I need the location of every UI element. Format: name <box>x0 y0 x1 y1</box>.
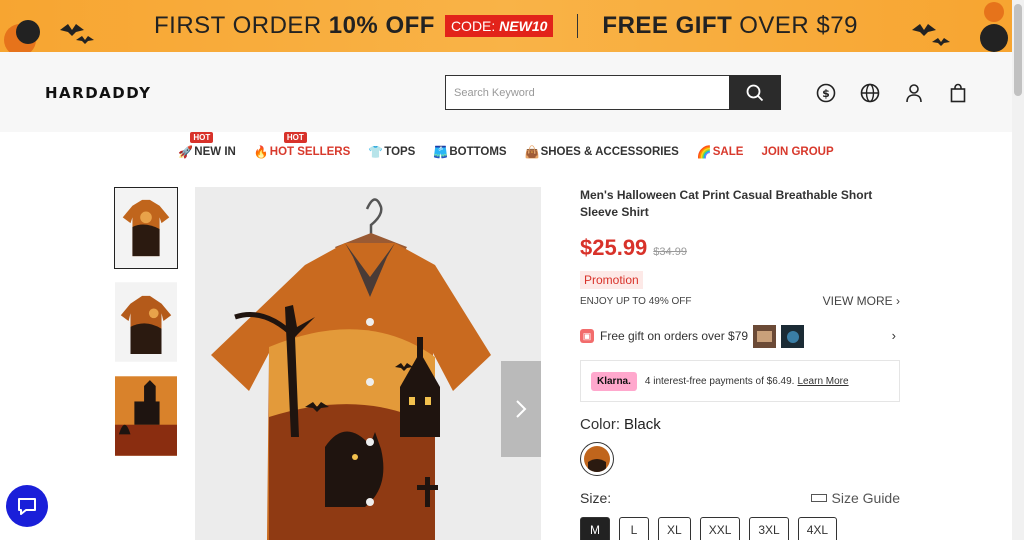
promotion-badge: Promotion <box>580 271 643 289</box>
nav-item-join-group[interactable]: JOIN GROUP <box>761 146 833 158</box>
size-option-m[interactable]: M <box>580 517 610 540</box>
nav-label: TOPS <box>384 146 416 158</box>
globe-icon[interactable] <box>859 82 881 104</box>
scrollbar-thumb[interactable] <box>1014 4 1022 96</box>
view-more-link[interactable]: VIEW MORE › <box>823 294 900 308</box>
hot-badge: HOT <box>190 132 214 143</box>
discount-text: 10% OFF <box>328 12 435 39</box>
current-price: $25.99 <box>580 235 648 260</box>
color-label: Color: <box>580 416 621 433</box>
nav-label: SALE <box>712 146 744 158</box>
search-input[interactable] <box>445 75 729 110</box>
nav-label: NEW IN <box>194 146 236 158</box>
shirt-image <box>195 187 541 540</box>
promo-text: FIRST ORDER 10% OFF CODE: NEW10 FREE GIF… <box>154 12 858 40</box>
promotion-text: ENJOY UP TO 49% OFF <box>580 295 692 307</box>
free-gift-text: Free gift on orders over $79 <box>600 329 749 343</box>
size-option-l[interactable]: L <box>619 517 649 540</box>
klarna-text: 4 interest-free payments of $6.49. Learn … <box>645 376 849 387</box>
price-row: $25.99 $34.99 <box>580 235 900 261</box>
view-more-label: VIEW MORE <box>822 294 893 308</box>
nav-label: HOT SELLERS <box>269 146 351 158</box>
size-option-4xl[interactable]: 4XL <box>797 517 838 540</box>
chat-icon <box>18 498 36 515</box>
nav-label: JOIN GROUP <box>761 146 834 158</box>
halloween-decoration-left <box>4 20 94 52</box>
shirt-icon: 👕 <box>368 145 384 159</box>
fire-icon: 🔥 <box>253 145 269 159</box>
halloween-decoration-right <box>912 2 1008 52</box>
nav-item-hot-sellers[interactable]: HOT 🔥 HOT SELLERS <box>253 132 351 159</box>
color-row: Color: Black <box>580 416 900 433</box>
nav-item-shoes-accessories[interactable]: 👜 SHOES & ACCESSORIES <box>525 145 679 159</box>
rainbow-icon: 🌈 <box>696 145 712 159</box>
nav-label: SHOES & ACCESSORIES <box>540 146 679 158</box>
search-bar <box>445 75 781 110</box>
chat-button[interactable] <box>6 485 48 527</box>
free-gift-row[interactable]: ▣ Free gift on orders over $79 › <box>580 324 900 348</box>
original-price: $34.99 <box>653 246 687 258</box>
gift-threshold-text: OVER $79 <box>739 12 858 39</box>
code-label: CODE: <box>450 18 496 34</box>
product-title: Men's Halloween Cat Print Casual Breatha… <box>580 188 873 219</box>
search-icon <box>746 84 764 101</box>
promo-code: CODE: NEW10 <box>444 15 554 37</box>
shorts-icon: 🩳 <box>433 145 449 159</box>
thumbnail-1[interactable] <box>114 187 178 269</box>
main-nav: HOT 🚀 NEW IN HOT 🔥 HOT SELLERS 👕 TOPS 🩳 … <box>0 132 1012 172</box>
site-logo[interactable]: HARDADDY <box>45 84 151 102</box>
product-info: Men's Halloween Cat Print Casual Breatha… <box>580 187 900 540</box>
shirt-thumbnail-back <box>115 282 177 362</box>
size-header: Size: Size Guide <box>580 490 900 506</box>
size-options: M L XL XXL 3XL 4XL <box>580 517 900 540</box>
chevron-right-icon[interactable]: › <box>892 328 896 343</box>
promotion-row: ENJOY UP TO 49% OFF VIEW MORE › <box>580 294 900 308</box>
search-button[interactable] <box>729 75 781 110</box>
free-gift-text: FREE GIFT <box>602 12 733 39</box>
divider <box>577 14 579 38</box>
first-order-text: FIRST ORDER <box>154 12 322 39</box>
gift-icon: ▣ <box>580 329 594 343</box>
klarna-payment-text: 4 interest-free payments of $6.49. <box>644 375 795 387</box>
bag-icon[interactable] <box>947 82 969 104</box>
size-label: Size: <box>580 490 612 506</box>
hot-badge: HOT <box>283 132 307 143</box>
shirt-thumbnail-detail <box>115 376 177 456</box>
next-image-button[interactable] <box>501 361 541 457</box>
size-guide-link[interactable]: Size Guide <box>810 490 900 506</box>
code-value: NEW10 <box>499 18 548 34</box>
gift-product-image-1 <box>753 324 777 348</box>
rocket-icon: 🚀 <box>178 145 194 159</box>
gift-product-image-2 <box>781 324 805 348</box>
size-option-xxl[interactable]: XXL <box>699 517 741 540</box>
shirt-thumbnail-front <box>115 188 177 268</box>
swatch-image <box>584 446 610 472</box>
nav-item-tops[interactable]: 👕 TOPS <box>368 145 415 159</box>
product-main-image[interactable] <box>195 187 541 540</box>
chevron-right-icon <box>516 400 527 418</box>
size-guide-label: Size Guide <box>831 490 900 506</box>
nav-item-sale[interactable]: 🌈 SALE <box>697 145 744 159</box>
svg-text:$: $ <box>822 87 830 100</box>
learn-more-link[interactable]: Learn More <box>797 376 848 387</box>
bag-icon: 👜 <box>524 145 540 159</box>
page-scrollbar[interactable] <box>1012 0 1024 540</box>
thumbnail-list <box>114 187 178 469</box>
klarna-box: Klarna. 4 interest-free payments of $6.4… <box>580 360 900 402</box>
currency-icon[interactable]: $ <box>815 82 837 104</box>
size-option-xl[interactable]: XL <box>658 517 691 540</box>
nav-item-bottoms[interactable]: 🩳 BOTTOMS <box>433 145 506 159</box>
klarna-logo: Klarna. <box>591 371 637 391</box>
promo-banner[interactable]: FIRST ORDER 10% OFF CODE: NEW10 FREE GIF… <box>0 0 1012 52</box>
site-header: HARDADDY $ <box>0 52 1012 132</box>
nav-label: BOTTOMS <box>449 146 507 158</box>
ruler-icon <box>810 494 827 502</box>
color-swatch-black[interactable] <box>580 442 614 476</box>
thumbnail-2[interactable] <box>114 281 178 363</box>
nav-item-new-in[interactable]: HOT 🚀 NEW IN <box>178 132 236 159</box>
size-option-3xl[interactable]: 3XL <box>749 517 789 540</box>
thumbnail-3[interactable] <box>114 375 178 457</box>
user-icon[interactable] <box>903 82 925 104</box>
color-value: Black <box>624 416 661 433</box>
